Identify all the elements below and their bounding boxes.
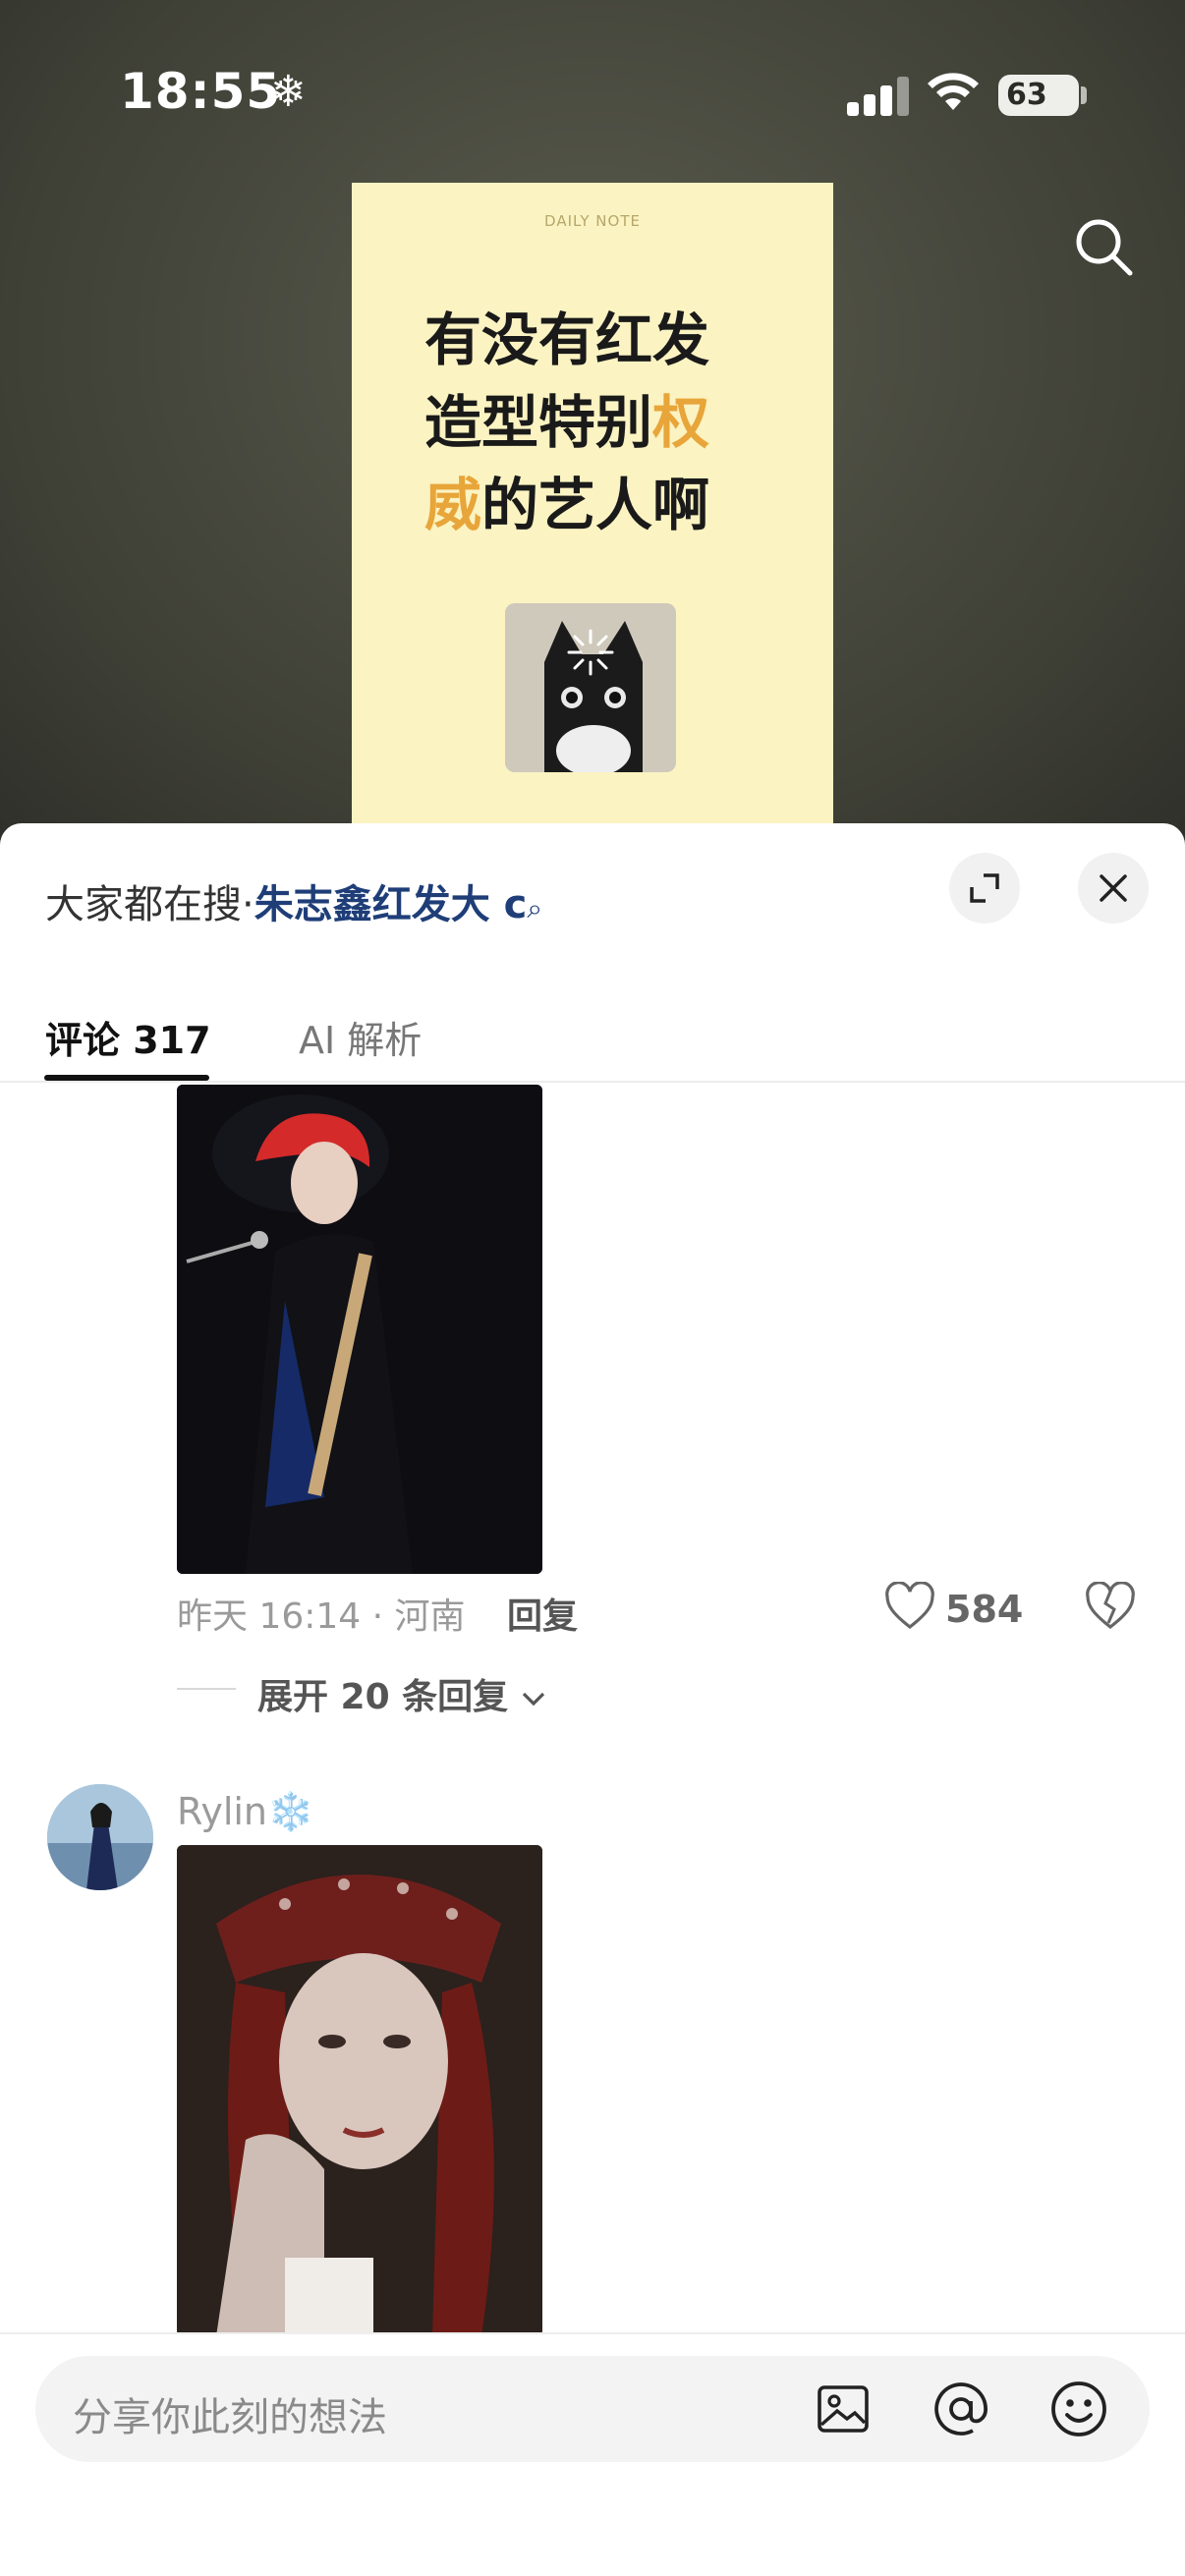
reply-button[interactable]: 回复 (507, 1588, 578, 1639)
comment-image[interactable] (177, 1845, 542, 2336)
battery-cap (1081, 86, 1087, 104)
status-time: 18:55 (120, 63, 282, 120)
expand-icon (970, 873, 999, 903)
poster-line-1: 有没有红发 (424, 307, 710, 373)
username-text: Rylin (177, 1790, 268, 1833)
comment-tabs: 评论 317 AI 解析 (0, 973, 1185, 1083)
username[interactable]: Rylin❄️ (177, 1790, 313, 1834)
hot-search-keyword[interactable]: 朱志鑫红发大 c (254, 882, 528, 927)
battery-indicator: 63 (998, 75, 1079, 116)
content-background: 18:55 ❄ 63 DAILY NOTE 有没有红发 造型特别权 威的艺人啊 (0, 0, 1185, 851)
hot-search-label: 大家都在搜· (45, 882, 254, 927)
heart-icon[interactable] (884, 1582, 935, 1631)
like-count: 584 (945, 1588, 1024, 1631)
broken-heart-icon[interactable] (1085, 1582, 1136, 1631)
comment-input-bar: 分享你此刻的想法 (0, 2332, 1185, 2576)
avatar[interactable] (47, 1784, 153, 1890)
status-bar: 18:55 ❄ 63 (0, 0, 1185, 196)
at-icon[interactable] (930, 2378, 992, 2440)
comment-image[interactable] (177, 1085, 542, 1574)
close-icon (1100, 874, 1127, 902)
poster-label: DAILY NOTE (544, 212, 641, 230)
active-tab-indicator (44, 1075, 209, 1081)
image-icon[interactable] (812, 2378, 875, 2440)
hot-search-link[interactable]: 大家都在搜·朱志鑫红发大 c⌕ (45, 872, 542, 929)
hot-search-magnifier-icon: ⌕ (527, 892, 543, 924)
tab-comments[interactable]: 评论 317 (45, 1010, 211, 1064)
wifi-icon (928, 73, 979, 110)
cellular-signal-icon (847, 71, 910, 116)
comment-meta: 昨天 16:14 · 河南 (177, 1596, 466, 1637)
expand-replies-label: 展开 20 条回复 (257, 1677, 509, 1717)
expand-button[interactable] (949, 853, 1020, 924)
close-button[interactable] (1078, 853, 1149, 924)
post-image[interactable]: DAILY NOTE 有没有红发 造型特别权 威的艺人啊 (352, 183, 833, 851)
search-icon[interactable] (1071, 214, 1136, 279)
comment-input[interactable]: 分享你此刻的想法 (35, 2356, 1150, 2462)
emoji-icon[interactable] (1047, 2378, 1110, 2440)
snowflake-icon: ❄️ (267, 1790, 314, 1833)
tab-ai-analysis[interactable]: AI 解析 (299, 1010, 422, 1064)
chevron-down-icon (522, 1692, 544, 1707)
poster-title: 有没有红发 造型特别权 威的艺人啊 (424, 299, 778, 546)
expand-replies-button[interactable]: 展开 20 条回复 (257, 1668, 546, 1719)
weather-snow-icon: ❄ (270, 67, 307, 117)
expand-divider (177, 1688, 236, 1690)
poster-line-3: 威的艺人啊 (424, 472, 710, 538)
comment-sheet: 大家都在搜·朱志鑫红发大 c⌕ 评论 317 AI 解析 昨天 16:14 · … (0, 823, 1185, 2576)
cat-image (505, 603, 676, 772)
poster-line-2: 造型特别权 (424, 389, 710, 456)
comment-input-placeholder: 分享你此刻的想法 (73, 2395, 387, 2440)
